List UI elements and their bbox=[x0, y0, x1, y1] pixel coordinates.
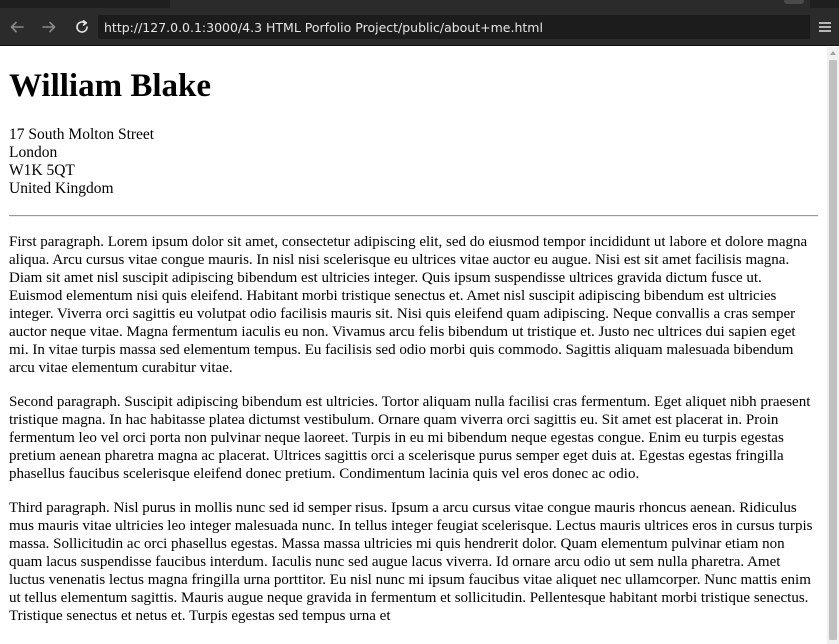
page-viewport: William Blake 17 South Molton Street Lon… bbox=[0, 47, 827, 644]
browser-toolbar: http://127.0.0.1:3000/4.3 HTML Porfolio … bbox=[0, 8, 839, 46]
arrow-right-icon bbox=[41, 19, 57, 35]
reload-button[interactable] bbox=[71, 16, 93, 38]
scroll-up-arrow-icon[interactable] bbox=[830, 51, 836, 55]
hamburger-menu-icon bbox=[816, 22, 834, 40]
scrollbar-thumb[interactable] bbox=[829, 60, 837, 640]
page-title: William Blake bbox=[9, 68, 211, 104]
divider bbox=[9, 215, 818, 218]
vertical-scrollbar[interactable] bbox=[827, 47, 839, 644]
address-line: W1K 5QT bbox=[9, 162, 75, 180]
menu-button[interactable] bbox=[816, 18, 834, 36]
address-bar[interactable]: http://127.0.0.1:3000/4.3 HTML Porfolio … bbox=[98, 15, 810, 39]
postal-address: 17 South Molton Street London W1K 5QT Un… bbox=[9, 126, 818, 198]
paragraph-third: Third paragraph. Nisl purus in mollis nu… bbox=[9, 500, 813, 625]
reload-icon bbox=[74, 19, 90, 35]
address-line: United Kingdom bbox=[9, 180, 114, 198]
forward-button[interactable] bbox=[38, 16, 60, 38]
browser-tab-strip bbox=[0, 0, 839, 8]
address-line: 17 South Molton Street bbox=[9, 126, 155, 144]
paragraph-second: Second paragraph. Suscipit adipiscing bi… bbox=[9, 394, 811, 483]
paragraph-first: First paragraph. Lorem ipsum dolor sit a… bbox=[9, 234, 808, 377]
page-content: William Blake 17 South Molton Street Lon… bbox=[0, 68, 827, 625]
url-text: http://127.0.0.1:3000/4.3 HTML Porfolio … bbox=[104, 19, 543, 35]
address-line: London bbox=[9, 144, 58, 162]
browser-tab[interactable] bbox=[170, 0, 810, 8]
back-button[interactable] bbox=[6, 16, 28, 38]
arrow-left-icon bbox=[9, 19, 25, 35]
